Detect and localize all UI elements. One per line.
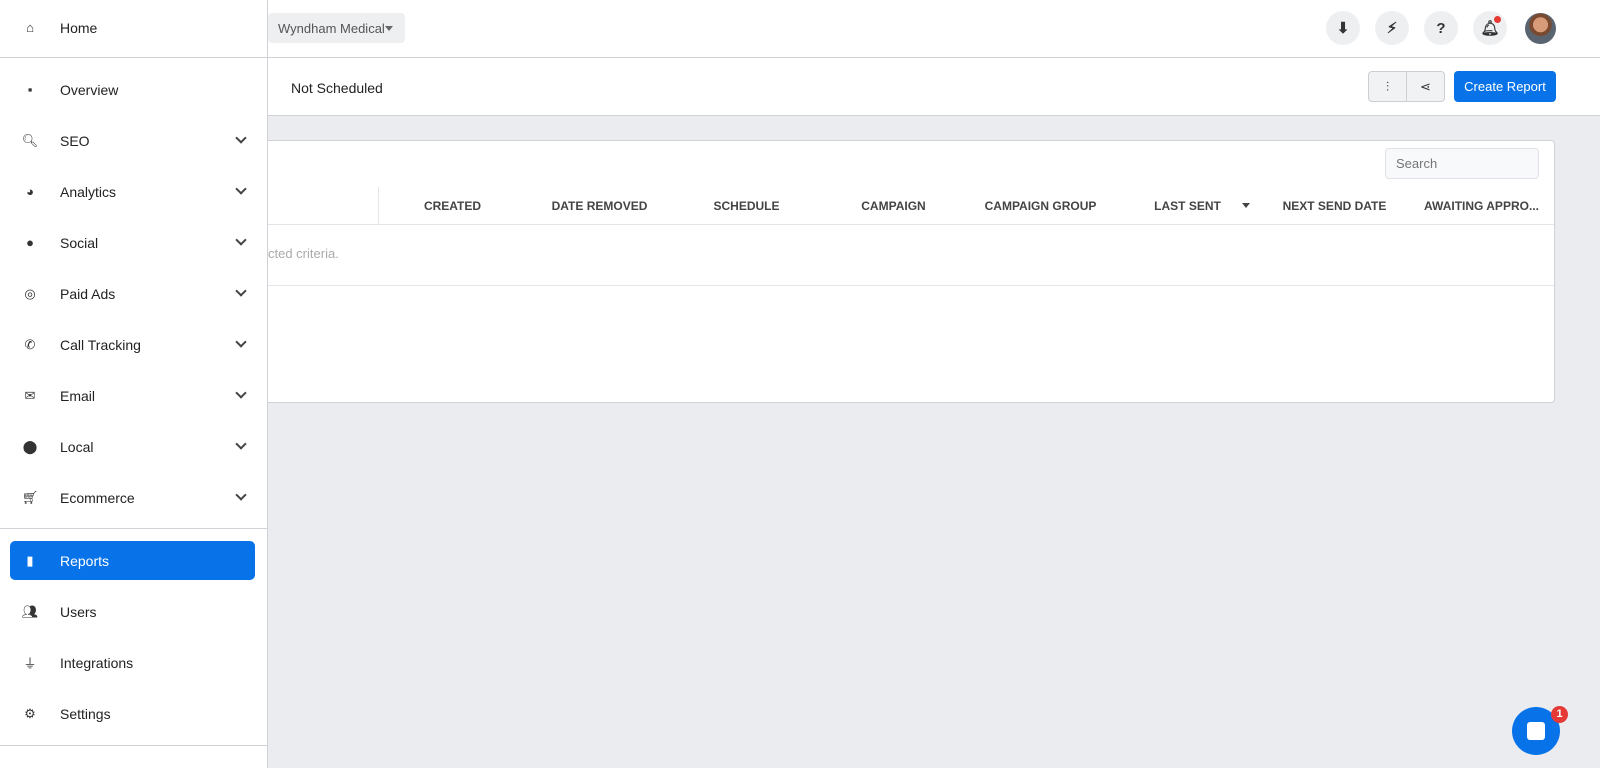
avatar[interactable] [1525,13,1556,44]
grid-icon: ▪ [27,82,33,97]
chat-icon [1527,722,1545,740]
client-selector[interactable]: Wyndham Medical [268,13,405,43]
chevron-down-icon [235,387,247,399]
sidebar-item-ecommerce[interactable]: 🛒︎ Ecommerce [10,478,255,517]
column-header[interactable]: AWAITING APPRO... [1408,199,1555,213]
sidebar-item-overview[interactable]: ▪ Overview [10,70,255,109]
column-header[interactable]: CAMPAIGN GROUP [967,199,1114,213]
bolt-icon[interactable]: ⚡︎ [1375,11,1409,45]
chat-badge: 1 [1551,706,1568,723]
folder-download-icon[interactable]: ⬇ [1326,11,1360,45]
home-icon: ⌂ [26,20,34,35]
filter-sliders-icon[interactable]: ⫶ [1369,72,1406,101]
column-header[interactable]: CREATED [379,199,526,213]
page-title: Not Scheduled [291,80,383,96]
pie-chart-icon: ◕ [26,184,34,199]
phone-icon: ✆ [24,336,36,352]
chevron-down-icon [235,336,247,348]
column-header[interactable]: DATE REMOVED [526,199,673,213]
share-icon[interactable]: ⋖ [1406,72,1444,101]
empty-message: cted criteria. [268,246,339,261]
chevron-down-icon [235,489,247,501]
sidebar-item-users[interactable]: 👥︎ Users [10,592,255,631]
caret-down-icon [385,26,393,35]
users-icon: 👥︎ [21,603,39,619]
sidebar: ⌂ Home ▪ Overview 🔍︎ SEO ◕ Analytics ● Social ◎ Pa… [0,0,268,768]
search-icon: 🔍︎ [21,132,39,148]
chevron-down-icon [235,285,247,297]
map-pin-icon: ⬤ [22,438,38,454]
sidebar-item-analytics[interactable]: ◕ Analytics [10,172,255,211]
row-divider [200,285,1554,286]
sidebar-item-home[interactable]: ⌂ Home [10,8,255,47]
column-header[interactable]: SCHEDULE [673,199,820,213]
sidebar-item-call-tracking[interactable]: ✆ Call Tracking [10,325,255,364]
envelope-icon: ✉ [24,387,36,403]
comment-icon: ● [26,235,34,250]
bell-icon[interactable]: 🔔︎ [1473,11,1507,45]
divider [0,745,267,746]
sidebar-item-social[interactable]: ● Social [10,223,255,262]
chevron-down-icon [235,234,247,246]
client-name: Wyndham Medical [278,21,385,36]
sidebar-item-integrations[interactable]: ⏚ Integrations [10,643,255,682]
sidebar-item-settings[interactable]: ⚙ Settings [10,694,255,733]
chevron-down-icon [235,132,247,144]
help-icon[interactable]: ? [1424,11,1458,45]
notification-dot [1494,16,1501,23]
sort-desc-icon[interactable] [1242,203,1250,212]
divider [0,528,267,529]
cart-icon: 🛒︎ [21,489,39,505]
sidebar-item-seo[interactable]: 🔍︎ SEO [10,121,255,160]
search-input[interactable] [1385,148,1539,179]
chevron-down-icon [235,183,247,195]
plug-icon: ⏚ [23,656,37,671]
report-file-icon: ▮ [26,552,34,568]
reports-table-card [200,140,1555,403]
sidebar-item-email[interactable]: ✉ Email [10,376,255,415]
sidebar-item-reports[interactable]: ▮ Reports [10,541,255,580]
toolbar-button-group: ⫶ ⋖ [1368,71,1445,102]
chevron-down-icon [235,438,247,450]
divider [0,57,267,58]
sidebar-item-paid-ads[interactable]: ◎ Paid Ads [10,274,255,313]
sidebar-item-local[interactable]: ⬤ Local [10,427,255,466]
gear-icon: ⚙ [24,705,36,721]
column-header[interactable]: CAMPAIGN [820,199,967,213]
target-icon: ◎ [24,285,36,301]
create-report-button[interactable]: Create Report [1454,71,1556,102]
column-header[interactable]: NEXT SEND DATE [1261,199,1408,213]
column-header[interactable]: LAST SENT [1114,199,1261,213]
